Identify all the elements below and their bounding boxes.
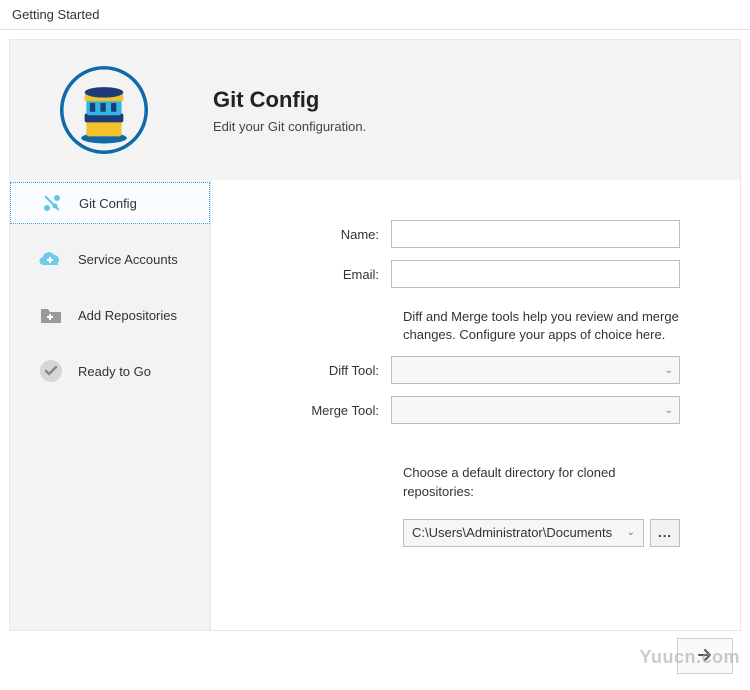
- wizard-panel: Git Config Edit your Git configuration.: [9, 39, 741, 631]
- sidebar-item-label: Add Repositories: [78, 308, 177, 323]
- clone-path-value: C:\Users\Administrator\Documents: [412, 525, 612, 540]
- app-logo-icon: [60, 66, 148, 154]
- clone-help-text: Choose a default directory for cloned re…: [403, 464, 680, 500]
- browse-button[interactable]: ...: [650, 519, 680, 547]
- chevron-down-icon: ⌄: [627, 527, 635, 538]
- wizard-footer: [9, 631, 741, 681]
- wizard-header: Git Config Edit your Git configuration.: [10, 40, 740, 180]
- email-input[interactable]: [391, 260, 680, 288]
- sidebar-item-git-config[interactable]: Git Config: [10, 182, 210, 224]
- name-label: Name:: [231, 227, 391, 242]
- arrow-right-icon: [697, 648, 713, 665]
- git-config-icon: [39, 190, 65, 216]
- sidebar-item-ready-to-go[interactable]: Ready to Go: [10, 350, 210, 392]
- chevron-down-icon: ⌄: [665, 405, 673, 416]
- email-label: Email:: [231, 267, 391, 282]
- sidebar-item-add-repositories[interactable]: Add Repositories: [10, 294, 210, 336]
- diff-tool-select[interactable]: ⌄: [391, 356, 680, 384]
- chevron-down-icon: ⌄: [665, 365, 673, 376]
- page-subtitle: Edit your Git configuration.: [213, 119, 366, 134]
- page-title: Git Config: [213, 87, 366, 113]
- name-input[interactable]: [391, 220, 680, 248]
- sidebar-item-service-accounts[interactable]: Service Accounts: [10, 238, 210, 280]
- wizard-content: Name: Email: Diff and Merge tools help y…: [210, 180, 740, 630]
- ellipsis-icon: ...: [658, 525, 672, 540]
- merge-tool-label: Merge Tool:: [231, 403, 391, 418]
- sidebar-item-label: Service Accounts: [78, 252, 178, 267]
- cloud-plus-icon: [38, 246, 64, 272]
- tools-help-text: Diff and Merge tools help you review and…: [403, 308, 680, 344]
- sidebar-item-label: Git Config: [79, 196, 137, 211]
- wizard-sidebar: Git Config Service Accounts: [10, 180, 210, 630]
- sidebar-item-label: Ready to Go: [78, 364, 151, 379]
- folder-plus-icon: [38, 302, 64, 328]
- window-title: Getting Started: [12, 7, 99, 22]
- check-circle-icon: [38, 358, 64, 384]
- window-title-bar: Getting Started: [0, 0, 750, 30]
- diff-tool-label: Diff Tool:: [231, 363, 391, 378]
- merge-tool-select[interactable]: ⌄: [391, 396, 680, 424]
- clone-path-select[interactable]: C:\Users\Administrator\Documents ⌄: [403, 519, 644, 547]
- next-button[interactable]: [677, 638, 733, 674]
